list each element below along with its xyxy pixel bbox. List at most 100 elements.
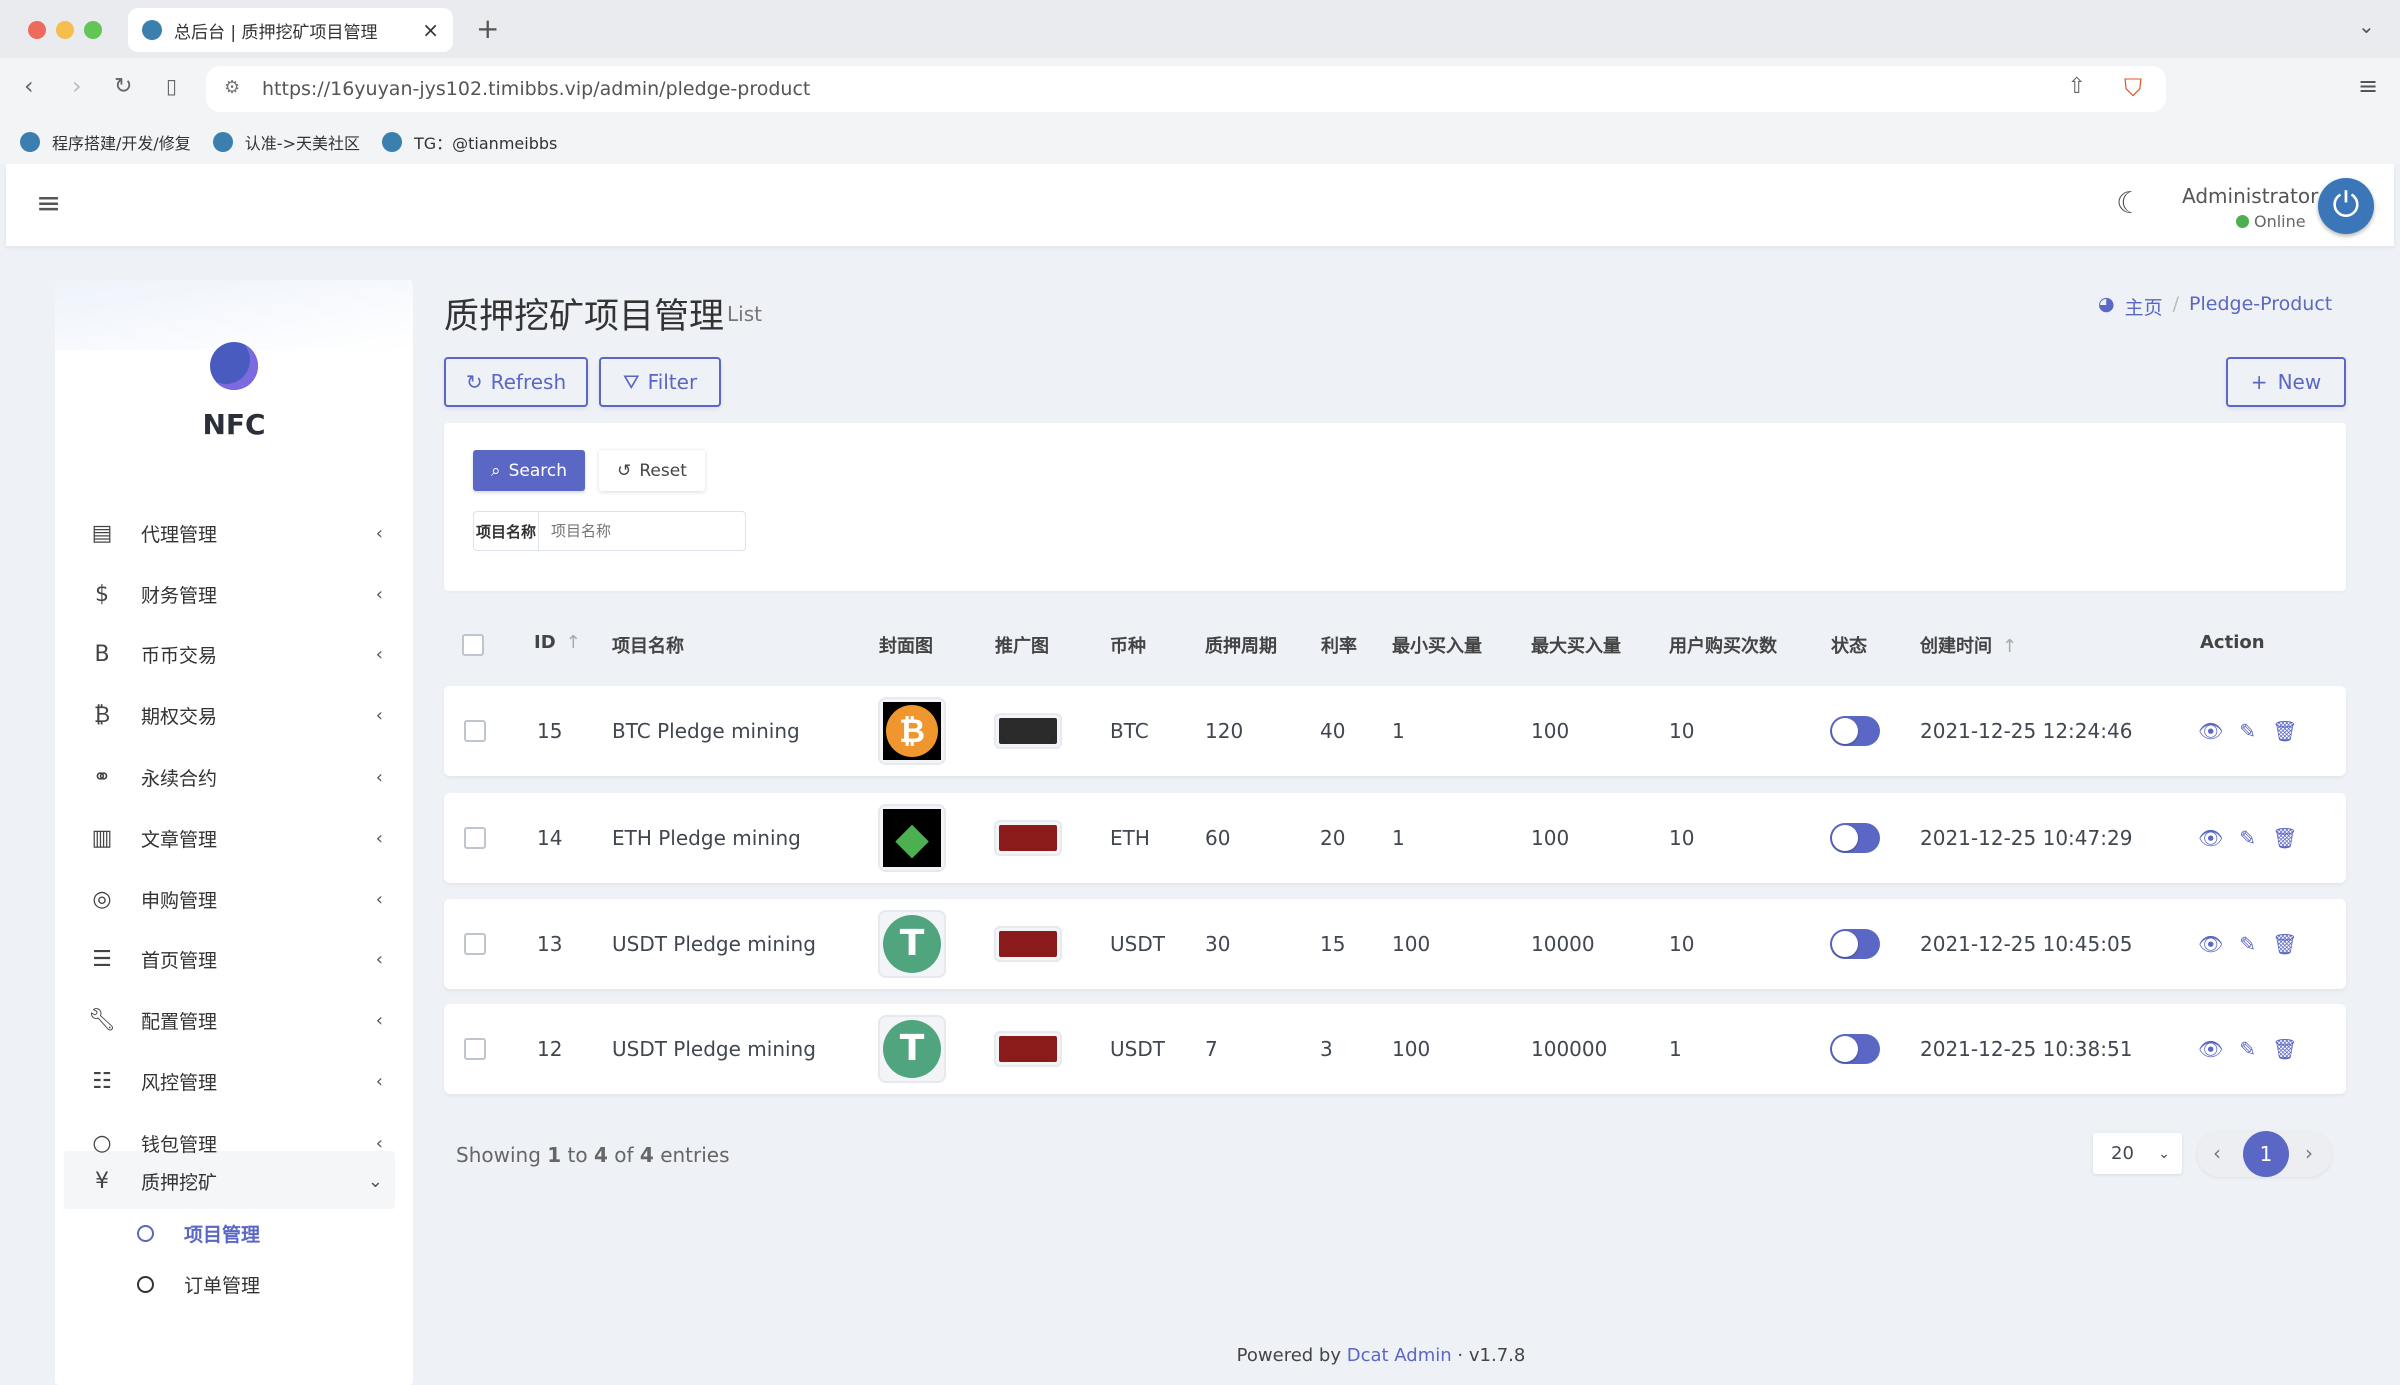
filter-icon: ⛛ [622, 370, 640, 394]
tab-list-chevron-icon[interactable]: ⌄ [2358, 14, 2375, 38]
cell-rate: 40 [1320, 719, 1346, 743]
bookmark-icon[interactable]: ▯ [166, 74, 177, 98]
info-text: entries [660, 1143, 730, 1167]
footer-version: v1.7.8 [1468, 1345, 1526, 1366]
site-settings-icon[interactable]: ⚙ [224, 77, 240, 98]
pagination-info: Showing 1 to 4 of 4 entries [456, 1143, 730, 1167]
bookmark-item[interactable]: 认准->天美社区 [212, 130, 360, 154]
sidebar-item[interactable]: B 币币交易 ‹ [85, 629, 413, 679]
search-button[interactable]: ⌕ Search [473, 450, 585, 491]
breadcrumb-current[interactable]: Pledge-Product [2189, 293, 2332, 320]
sidebar-item[interactable]: ◎ 申购管理 ‹ [85, 874, 413, 924]
sidebar-item[interactable]: ☷ 风控管理 ‹ [85, 1056, 413, 1106]
bookmark-item[interactable]: TG：@tianmeibbs [381, 130, 557, 154]
sidebar-item[interactable]: ₿ 期权交易 ‹ [85, 690, 413, 740]
cover-image[interactable]: ◆ [878, 793, 946, 883]
reset-button[interactable]: ↺ Reset [599, 450, 705, 491]
status-toggle[interactable] [1830, 793, 1880, 883]
maximize-window-button[interactable] [84, 21, 102, 39]
edit-pencil-icon[interactable]: ✎ [2239, 1037, 2256, 1061]
promo-image[interactable] [994, 1004, 1062, 1094]
page-1-button[interactable]: 1 [2243, 1131, 2289, 1177]
row-checkbox[interactable] [464, 686, 486, 776]
row-checkbox[interactable] [464, 793, 486, 883]
refresh-button[interactable]: ↻ Refresh [444, 357, 588, 407]
breadcrumb-home[interactable]: 主页 [2125, 293, 2163, 320]
sidebar-item-label: 代理管理 [141, 523, 218, 546]
info-text: to [567, 1143, 588, 1167]
sidebar-item[interactable]: ▥ 文章管理 ‹ [85, 813, 413, 863]
back-icon[interactable]: ‹ [24, 72, 34, 100]
dcat-admin-link[interactable]: Dcat Admin [1347, 1345, 1452, 1366]
cell-min: 100 [1392, 932, 1431, 956]
sort-arrow-icon[interactable]: ↑ [2002, 636, 2017, 657]
minimize-window-button[interactable] [56, 21, 74, 39]
column-header[interactable]: ID ↑ [534, 632, 581, 653]
promo-image[interactable] [994, 793, 1062, 883]
sidebar-item[interactable]: $ 财务管理 ‹ [85, 569, 413, 619]
reload-icon[interactable]: ↻ [114, 74, 132, 99]
dark-mode-moon-icon[interactable]: ☾ [2116, 186, 2143, 221]
row-checkbox[interactable] [464, 1004, 486, 1094]
select-all-checkbox[interactable] [462, 634, 484, 656]
new-tab-icon[interactable]: + [476, 12, 499, 45]
browser-tab[interactable]: 总后台 | 质押挖矿项目管理 × [128, 8, 453, 52]
browser-menu-icon[interactable]: ≡ [2358, 72, 2378, 100]
cover-image[interactable]: T [878, 899, 946, 989]
menu-toggle-icon[interactable]: ≡ [36, 186, 61, 221]
avatar[interactable]: ⏻ [2318, 178, 2374, 234]
user-status: Online [2236, 212, 2306, 231]
forward-icon[interactable]: › [72, 72, 82, 100]
promo-image[interactable] [994, 686, 1062, 776]
status-toggle[interactable] [1830, 899, 1880, 989]
close-window-button[interactable] [28, 21, 46, 39]
row-checkbox[interactable] [464, 899, 486, 989]
brave-shield-icon[interactable]: ⛉ [2124, 74, 2142, 102]
edit-pencil-icon[interactable]: ✎ [2239, 932, 2256, 956]
cell-name: USDT Pledge mining [612, 1037, 816, 1061]
sidebar-item[interactable]: ▤ 代理管理 ‹ [85, 508, 413, 558]
footer-text: Powered by [1236, 1345, 1341, 1366]
view-eye-icon[interactable]: 👁︎ [2198, 1037, 2223, 1061]
sidebar-item[interactable]: ⚭ 永续合约 ‹ [85, 752, 413, 802]
sort-arrow-icon[interactable]: ↑ [566, 632, 581, 653]
user-name[interactable]: Administrator [2182, 184, 2318, 208]
sidebar-item[interactable]: ¥ 质押挖矿 ⌄ [85, 1156, 413, 1206]
delete-trash-icon[interactable]: 🗑︎ [2272, 932, 2297, 956]
edit-pencil-icon[interactable]: ✎ [2239, 719, 2256, 743]
cell-max: 10000 [1531, 932, 1595, 956]
share-icon[interactable]: ⇧ [2068, 74, 2086, 99]
sidebar-item[interactable]: 🔧︎ 配置管理 ‹ [85, 995, 413, 1045]
view-eye-icon[interactable]: 👁︎ [2198, 826, 2223, 850]
cover-image[interactable]: T [878, 1004, 946, 1094]
status-toggle[interactable] [1830, 1004, 1880, 1094]
view-eye-icon[interactable]: 👁︎ [2198, 932, 2223, 956]
view-eye-icon[interactable]: 👁︎ [2198, 719, 2223, 743]
close-tab-icon[interactable]: × [422, 18, 439, 42]
bookmark-item[interactable]: 程序搭建/开发/修复 [20, 130, 191, 154]
delete-trash-icon[interactable]: 🗑︎ [2272, 1037, 2297, 1061]
filter-button[interactable]: ⛛ Filter [599, 357, 721, 407]
breadcrumb: ◕ 主页 / Pledge-Product [2098, 293, 2332, 320]
delete-trash-icon[interactable]: 🗑︎ [2272, 719, 2297, 743]
status-toggle[interactable] [1830, 686, 1880, 776]
name-filter-group: 项目名称 [473, 511, 746, 551]
sidebar-subitem[interactable]: 订单管理 [137, 1271, 260, 1298]
sidebar-item[interactable]: ☰ 首页管理 ‹ [85, 934, 413, 984]
sidebar-subitem[interactable]: 项目管理 [137, 1220, 260, 1247]
row-actions: 👁︎ ✎ 🗑︎ [2198, 793, 2314, 883]
edit-pencil-icon[interactable]: ✎ [2239, 826, 2256, 850]
new-button[interactable]: + New [2226, 357, 2346, 407]
cover-image[interactable]: ₿ [878, 686, 946, 776]
prev-page-button[interactable]: ‹ [2213, 1141, 2221, 1165]
refresh-label: Refresh [490, 370, 567, 394]
filter-panel: ⌕ Search ↺ Reset 项目名称 [444, 423, 2346, 591]
url-input[interactable]: ⚙ https://16yuyan-jys102.timibbs.vip/adm… [206, 66, 2166, 112]
per-page-select[interactable]: 20 ⌄ [2093, 1133, 2182, 1174]
delete-trash-icon[interactable]: 🗑︎ [2272, 826, 2297, 850]
chevron-left-icon: ‹ [375, 704, 383, 726]
promo-image[interactable] [994, 899, 1062, 989]
name-filter-input[interactable] [539, 512, 745, 550]
column-header[interactable]: 创建时间 ↑ [1920, 632, 2017, 658]
next-page-button[interactable]: › [2305, 1141, 2313, 1165]
